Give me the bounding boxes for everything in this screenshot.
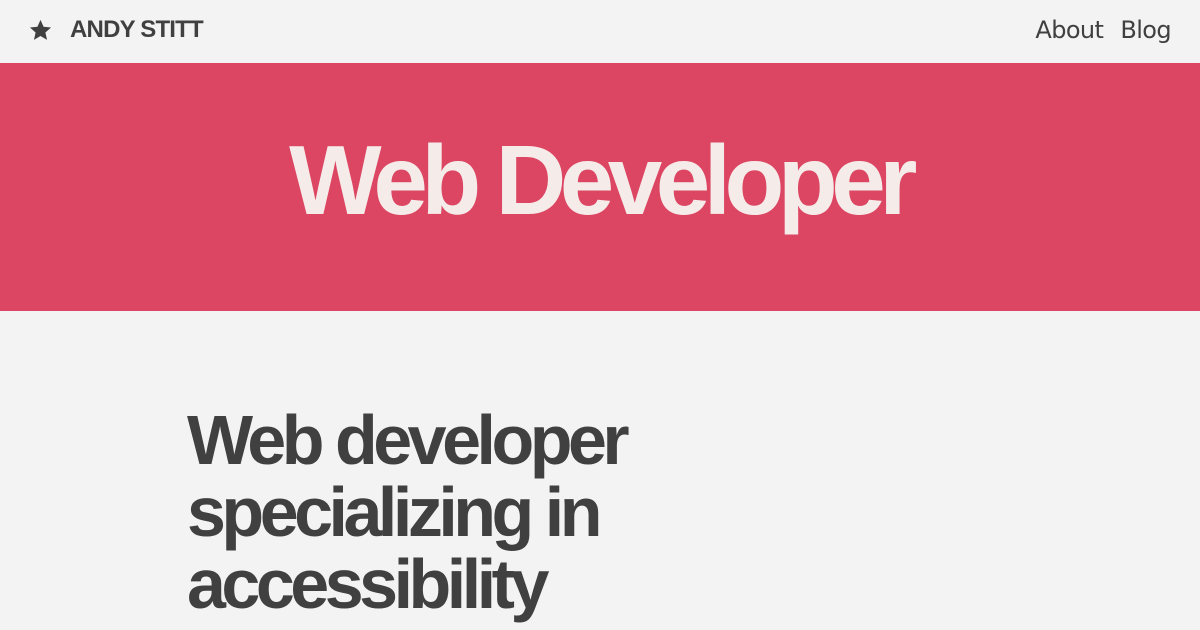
nav-link-blog[interactable]: Blog [1120,16,1171,44]
hero-banner: Web Developer [0,63,1200,311]
site-header: ANDY STITT About Blog [0,0,1200,63]
site-name: ANDY STITT [70,16,204,43]
main-nav: About Blog [1018,14,1171,46]
star-icon [29,19,52,40]
banner-title: Web Developer [289,124,917,235]
home-link[interactable]: ANDY STITT [28,14,204,46]
nav-link-about[interactable]: About [1035,16,1104,44]
page-headline: Web developer specializing in accessibil… [187,401,630,623]
